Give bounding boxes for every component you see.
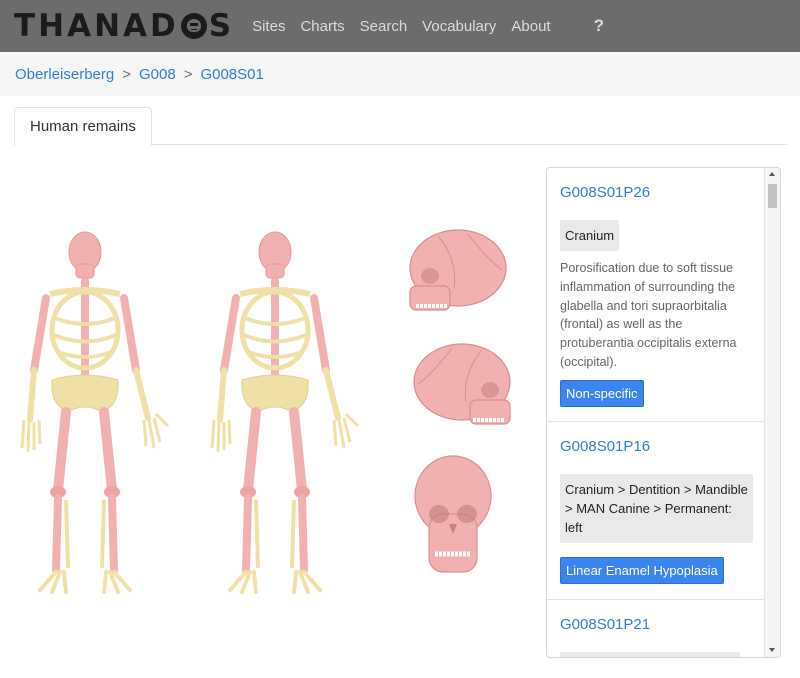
entry-title-link[interactable]: G008S01P21 — [560, 600, 753, 652]
pathology-type-badge[interactable]: Linear Enamel Hypoplasia — [560, 557, 724, 584]
entry-title-link[interactable]: G008S01P16 — [560, 422, 753, 474]
scroll-up-icon[interactable] — [769, 172, 775, 176]
logo-text: THANAD S — [14, 8, 235, 44]
nav-charts[interactable]: Charts — [300, 18, 344, 35]
nav-about[interactable]: About — [511, 18, 550, 35]
pathology-entry: G008S01P16 Cranium > Dentition > Mandibl… — [547, 422, 765, 600]
nav-sites[interactable]: Sites — [252, 18, 285, 35]
navbar: THANAD S Sites Charts Search Vocabulary A… — [0, 0, 800, 52]
skull-frontal — [414, 455, 492, 573]
breadcrumb-separator: > — [183, 65, 193, 83]
breadcrumb-site[interactable]: Oberleiserberg — [15, 66, 114, 83]
pathology-panel: G008S01P26 Cranium Porosification due to… — [546, 167, 781, 658]
bone-tag — [560, 652, 740, 657]
entry-title-link[interactable]: G008S01P26 — [560, 168, 753, 220]
bone-tag: Cranium — [560, 220, 620, 251]
scroll-down-icon[interactable] — [769, 648, 775, 652]
tab-human-remains[interactable]: Human remains — [14, 107, 152, 146]
skull-icon — [180, 13, 207, 39]
skeleton-illustration — [10, 220, 512, 600]
skeleton-front — [22, 232, 168, 592]
nav-vocabulary[interactable]: Vocabulary — [422, 18, 496, 35]
skull-lateral-left — [408, 228, 508, 312]
panel-scrollbar[interactable] — [764, 168, 780, 657]
breadcrumb: Oberleiserberg > G008 > G008S01 — [0, 52, 800, 96]
entry-description: Porosification due to soft tissue inflam… — [560, 261, 737, 369]
help-icon[interactable]: ? — [594, 16, 604, 36]
pathology-entry: G008S01P26 Cranium Porosification due to… — [547, 168, 765, 422]
skull-lateral-right — [412, 342, 512, 426]
breadcrumb-grave[interactable]: G008 — [139, 66, 176, 83]
skeleton-back — [212, 232, 358, 592]
thanados-logo[interactable]: THANAD S — [14, 0, 234, 52]
pathology-entry: G008S01P21 — [547, 600, 765, 657]
pathology-list: G008S01P26 Cranium Porosification due to… — [547, 168, 765, 657]
bone-tag: Cranium > Dentition > Mandible > MAN Can… — [560, 474, 753, 543]
breadcrumb-burial[interactable]: G008S01 — [200, 66, 263, 83]
nav-links: Sites Charts Search Vocabulary About — [252, 18, 566, 35]
breadcrumb-separator: > — [122, 65, 131, 83]
nav-search[interactable]: Search — [360, 18, 408, 35]
pathology-type-badge[interactable]: Non-specific — [560, 379, 644, 407]
tab-bar: Human remains — [14, 107, 787, 146]
scrollbar-thumb[interactable] — [768, 184, 777, 208]
